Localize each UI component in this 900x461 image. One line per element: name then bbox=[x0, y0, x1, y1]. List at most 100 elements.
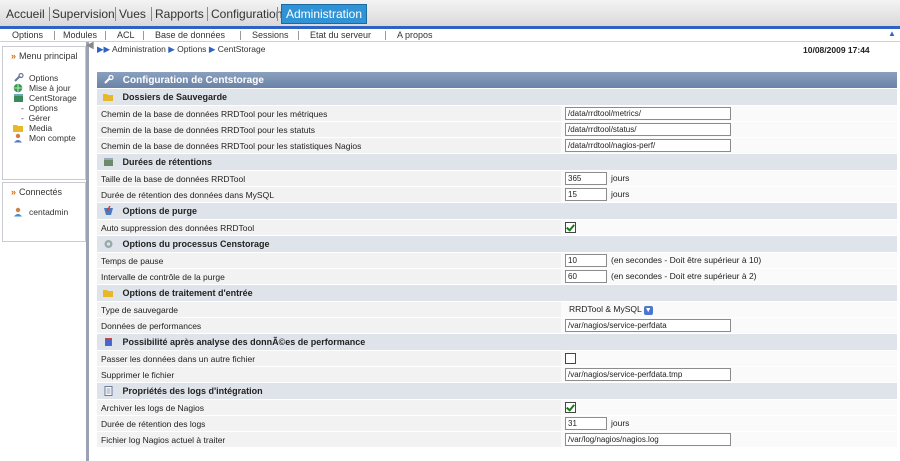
breadcrumb-options[interactable]: Options bbox=[177, 44, 206, 54]
sidebar-item-label: Mon compte bbox=[29, 133, 76, 143]
tab-supervision[interactable]: Supervision bbox=[52, 4, 115, 24]
database-icon bbox=[104, 158, 113, 167]
breadcrumb-arrow-icon: ▶▶ bbox=[97, 44, 111, 54]
sidebar-item-label: CentStorage bbox=[29, 93, 77, 103]
breadcrumb-administration[interactable]: Administration bbox=[112, 44, 166, 54]
nagios-perf-path-input[interactable]: /data/rrdtool/nagios-perf/ bbox=[565, 139, 731, 152]
move-data-checkbox[interactable] bbox=[565, 353, 576, 365]
status-path-input[interactable]: /data/rrdtool/status/ bbox=[565, 123, 731, 136]
chevron-right-icon: » bbox=[11, 187, 17, 197]
sidebar-item-label: Mise à jour bbox=[29, 83, 71, 93]
tab-vues[interactable]: Vues bbox=[119, 4, 146, 24]
purge-interval-input[interactable]: 60 bbox=[565, 270, 607, 283]
table-row: Intervalle de contrôle de la purge 60 (en… bbox=[97, 268, 897, 285]
log-retention-input[interactable]: 31 bbox=[565, 417, 607, 430]
section-title: Possibilité après analyse des donnÃ©es d… bbox=[122, 336, 366, 347]
field-label: Passer les données dans un autre fichier bbox=[97, 350, 561, 367]
breadcrumb-arrow-icon: ▶ bbox=[208, 44, 216, 54]
tab-administration[interactable]: Administration bbox=[281, 4, 368, 24]
auto-purge-checkbox[interactable] bbox=[565, 222, 576, 234]
table-row: Données de performances /var/nagios/serv… bbox=[97, 317, 897, 334]
tab-rapports[interactable]: Rapports bbox=[155, 4, 204, 24]
section-process: Options du processus Censtorage bbox=[97, 235, 897, 253]
hint-label: (en secondes - Doit etre supérieur à 2) bbox=[611, 270, 757, 281]
section-title: Dossiers de Sauvegarde bbox=[122, 91, 228, 102]
field-label: Taille de la base de données RRDTool bbox=[97, 170, 561, 187]
main-menu-title: Menu principal bbox=[19, 51, 78, 61]
storage-icon bbox=[14, 94, 23, 102]
backup-type-select[interactable]: RRDTool & MySQL ▼ bbox=[565, 304, 653, 316]
collapse-icon[interactable]: ▲ bbox=[888, 29, 896, 38]
folder-icon bbox=[103, 94, 113, 102]
table-row: Chemin de la base de données RRDTool pou… bbox=[97, 137, 897, 154]
subnav-acl[interactable]: ACL bbox=[117, 29, 135, 41]
unit-label: jours bbox=[611, 188, 630, 199]
subnav-options[interactable]: Options bbox=[12, 29, 43, 41]
subnav-separator bbox=[143, 31, 144, 40]
metrics-path-input[interactable]: /data/rrdtool/metrics/ bbox=[565, 107, 731, 120]
sidebar-toggle-icon[interactable]: ◀ bbox=[86, 40, 94, 51]
pause-time-input[interactable]: 10 bbox=[565, 254, 607, 267]
field-label: Supprimer le fichier bbox=[97, 366, 561, 383]
field-label: Type de sauvegarde bbox=[97, 301, 561, 318]
user-icon bbox=[14, 207, 22, 217]
table-row: Chemin de la base de données RRDTool pou… bbox=[97, 105, 897, 122]
current-datetime: 10/08/2009 17:44 bbox=[803, 45, 870, 55]
table-row: Fichier log Nagios actuel à traiter /var… bbox=[97, 431, 897, 448]
nagios-log-file-input[interactable]: /var/log/nagios/nagios.log bbox=[565, 433, 731, 446]
connected-user-name: centadmin bbox=[29, 207, 69, 217]
section-post-analysis: Possibilité après analyse des donnÃ©es d… bbox=[97, 333, 897, 351]
config-table: Configuration de Centstorage Dossiers de… bbox=[97, 72, 897, 448]
section-title: Durées de rétentions bbox=[122, 156, 213, 167]
breadcrumb-centstorage[interactable]: CentStorage bbox=[218, 44, 266, 54]
section-title: Options de traitement d'entrée bbox=[122, 287, 253, 298]
sidebar-item-centstorage[interactable]: CentStorage bbox=[3, 93, 85, 103]
subnav-sessions[interactable]: Sessions bbox=[252, 29, 289, 41]
user-icon bbox=[14, 133, 22, 143]
field-label: Auto suppression des données RRDTool bbox=[97, 219, 561, 236]
field-label: Archiver les logs de Nagios bbox=[97, 399, 561, 416]
table-row: Supprimer le fichier /var/nagios/service… bbox=[97, 366, 897, 383]
mysql-retention-input[interactable]: 15 bbox=[565, 188, 607, 201]
tab-configuration[interactable]: Configuration bbox=[211, 4, 282, 24]
field-label: Chemin de la base de données RRDTool pou… bbox=[97, 121, 561, 138]
table-row: Passer les données dans un autre fichier bbox=[97, 350, 897, 367]
subnav-about[interactable]: A propos bbox=[397, 29, 433, 41]
section-purge: Options de purge bbox=[97, 202, 897, 220]
subnav-separator bbox=[105, 31, 106, 40]
subnav-database[interactable]: Base de données bbox=[155, 29, 225, 41]
sidebar-item-media[interactable]: Media bbox=[3, 123, 85, 133]
document-icon bbox=[104, 386, 113, 397]
field-label: Données de performances bbox=[97, 317, 561, 334]
sidebar-subitem-manage[interactable]: - Gérer bbox=[3, 113, 85, 123]
field-label: Chemin de la base de données RRDTool pou… bbox=[97, 137, 561, 154]
breadcrumb: ▶▶ Administration ▶ Options ▶ CentStorag… bbox=[97, 44, 265, 55]
sidebar-item-update[interactable]: Mise à jour bbox=[3, 83, 85, 93]
chevron-down-icon[interactable]: ▼ bbox=[643, 306, 653, 316]
delete-file-input[interactable]: /var/nagios/service-perfdata.tmp bbox=[565, 368, 731, 381]
tab-accueil[interactable]: Accueil bbox=[6, 4, 45, 24]
table-row: Temps de pause 10 (en secondes - Doit êtr… bbox=[97, 252, 897, 269]
sidebar-subitem-options[interactable]: - Options bbox=[3, 103, 85, 113]
connected-box: » Connectés centadmin bbox=[2, 182, 86, 242]
folder-icon bbox=[103, 290, 113, 298]
sidebar-item-my-account[interactable]: Mon compte bbox=[3, 133, 85, 143]
field-label: Temps de pause bbox=[97, 252, 561, 269]
archive-logs-checkbox[interactable] bbox=[565, 402, 576, 414]
sidebar-item-label: Media bbox=[29, 123, 53, 133]
connected-header: » Connectés bbox=[3, 183, 85, 201]
section-retention: Durées de rétentions bbox=[97, 153, 897, 171]
perfdata-path-input[interactable]: /var/nagios/service-perfdata bbox=[565, 319, 731, 332]
table-row: Type de sauvegarde RRDTool & MySQL ▼ bbox=[97, 301, 897, 318]
sidebar-item-label: Options bbox=[29, 73, 59, 83]
section-input-processing: Options de traitement d'entrée bbox=[97, 284, 897, 302]
gear-icon bbox=[104, 240, 113, 249]
sidebar-item-options[interactable]: Options bbox=[3, 73, 85, 83]
table-row: Auto suppression des données RRDTool bbox=[97, 219, 897, 236]
rrd-size-input[interactable]: 365 bbox=[565, 172, 607, 185]
connected-user[interactable]: centadmin bbox=[3, 207, 85, 217]
wrench-icon bbox=[104, 74, 114, 84]
table-row: Durée de rétention des logs 31 jours bbox=[97, 415, 897, 432]
subnav-server-status[interactable]: Etat du serveur bbox=[310, 29, 371, 41]
field-label: Fichier log Nagios actuel à traiter bbox=[97, 431, 561, 448]
